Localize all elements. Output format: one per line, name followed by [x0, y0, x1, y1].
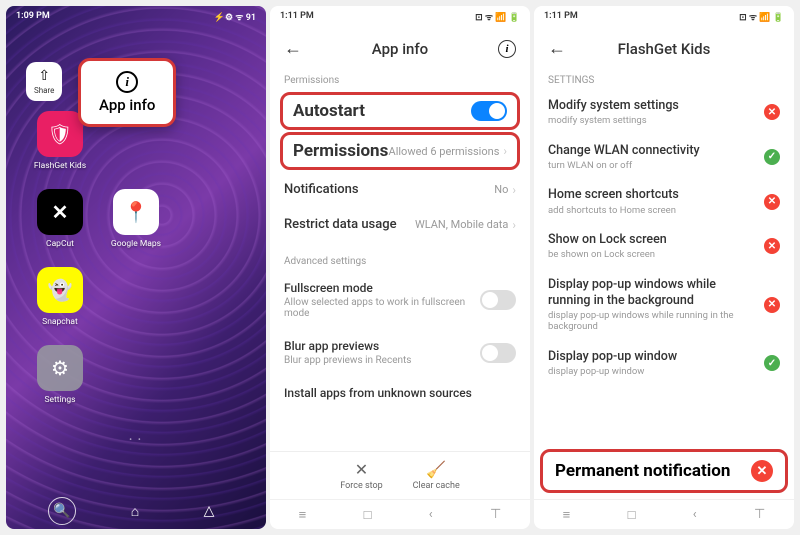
- close-icon: ✕: [355, 460, 368, 479]
- accessibility-button[interactable]: ⊤: [754, 507, 765, 522]
- force-stop-button[interactable]: ✕ Force stop: [340, 460, 382, 491]
- section-advanced: Advanced settings: [270, 252, 530, 271]
- app-settings[interactable]: ⚙ Settings: [26, 345, 94, 405]
- deny-icon: ✕: [764, 194, 780, 210]
- home-button[interactable]: □: [628, 507, 636, 523]
- app-capcut[interactable]: ✕ CapCut: [26, 189, 94, 249]
- deny-icon: ✕: [764, 297, 780, 313]
- status-icons-right: ⚡⚙ ᯤ 91: [214, 10, 256, 23]
- status-bar: 1:09 PM ⚡⚙ ᯤ 91: [6, 6, 266, 26]
- app-snapchat[interactable]: 👻 Snapchat: [26, 267, 94, 327]
- status-icons-right: ⊡ ᯤ 📶 🔋: [739, 10, 784, 23]
- info-icon: i: [116, 71, 138, 93]
- system-nav: ≡ □ ‹ ⊤: [534, 499, 794, 529]
- restrict-data-row[interactable]: Restrict data usage WLAN, Mobile data›: [270, 207, 530, 242]
- blur-toggle[interactable]: [480, 343, 516, 363]
- accessibility-button[interactable]: ⊤: [490, 507, 501, 522]
- back-button[interactable]: ←: [548, 38, 566, 59]
- permissions-header: ← FlashGet Kids: [534, 26, 794, 71]
- system-nav: ≡ □ ‹ ⊤: [270, 499, 530, 529]
- perm-modify-system[interactable]: Modify system settingsmodify system sett…: [534, 90, 794, 135]
- back-button[interactable]: ←: [284, 38, 302, 59]
- permissions-row[interactable]: Permissions Allowed 6 permissions›: [283, 135, 517, 167]
- permanent-notification-highlight[interactable]: Permanent notification ✕: [540, 449, 788, 493]
- status-time: 1:09 PM: [16, 11, 50, 21]
- share-label: Share: [34, 86, 54, 95]
- fullscreen-row[interactable]: Fullscreen mode Allow selected apps to w…: [270, 271, 530, 329]
- settings-icon: ⚙: [37, 345, 83, 391]
- home-content: ⇧ Share i App info 🛡 FlashGet Kids ✕ Cap…: [6, 26, 266, 493]
- recents-button[interactable]: △: [194, 496, 224, 526]
- back-button[interactable]: ‹: [693, 507, 697, 522]
- app-google-maps[interactable]: 📍 Google Maps: [102, 189, 170, 249]
- permissions-list: Modify system settingsmodify system sett…: [534, 90, 794, 499]
- phone-app-info: 1:11 PM ⊡ ᯤ 📶 🔋 ← App info i Permissions…: [270, 6, 530, 529]
- allow-icon: ✓: [764, 149, 780, 165]
- phone-permissions: 1:11 PM ⊡ ᯤ 📶 🔋 ← FlashGet Kids SETTINGS…: [534, 6, 794, 529]
- deny-icon: ✕: [751, 460, 773, 482]
- status-time: 1:11 PM: [544, 11, 578, 21]
- allow-icon: ✓: [764, 355, 780, 371]
- perm-wlan[interactable]: Change WLAN connectivityturn WLAN on or …: [534, 135, 794, 180]
- menu-button[interactable]: ≡: [299, 507, 307, 523]
- autostart-highlight: Autostart: [280, 92, 520, 130]
- permissions-highlight: Permissions Allowed 6 permissions›: [280, 132, 520, 170]
- deny-icon: ✕: [764, 104, 780, 120]
- section-settings: SETTINGS: [534, 71, 794, 90]
- perm-shortcuts[interactable]: Home screen shortcutsadd shortcuts to Ho…: [534, 179, 794, 224]
- install-unknown-row[interactable]: Install apps from unknown sources: [270, 376, 530, 410]
- search-button[interactable]: 🔍: [48, 497, 76, 525]
- notifications-row[interactable]: Notifications No›: [270, 172, 530, 207]
- app-info-header: ← App info i: [270, 26, 530, 71]
- autostart-row[interactable]: Autostart: [283, 95, 517, 127]
- menu-button[interactable]: ≡: [563, 507, 571, 523]
- home-button[interactable]: □: [364, 507, 372, 523]
- broom-icon: 🧹: [426, 460, 446, 479]
- app-grid: 🛡 FlashGet Kids ✕ CapCut 📍 Google Maps 👻…: [16, 111, 256, 405]
- status-icons-right: ⊡ ᯤ 📶 🔋: [475, 10, 520, 23]
- page-title: FlashGet Kids: [618, 40, 711, 58]
- settings-list: Permissions Autostart Permissions Allowe…: [270, 71, 530, 451]
- app-info-popup[interactable]: i App info: [78, 58, 176, 127]
- home-button[interactable]: ⌂: [120, 496, 150, 526]
- share-icon: ⇧: [38, 68, 50, 84]
- capcut-icon: ✕: [37, 189, 83, 235]
- back-button[interactable]: ‹: [429, 507, 433, 522]
- info-icon[interactable]: i: [498, 40, 516, 58]
- snapchat-icon: 👻: [37, 267, 83, 313]
- bottom-actions: ✕ Force stop 🧹 Clear cache: [270, 451, 530, 499]
- page-title: App info: [372, 40, 428, 58]
- status-bar: 1:11 PM ⊡ ᯤ 📶 🔋: [270, 6, 530, 26]
- section-permissions: Permissions: [270, 71, 530, 90]
- share-button[interactable]: ⇧ Share: [26, 62, 62, 101]
- autostart-toggle[interactable]: [471, 101, 507, 121]
- nav-bar: 🔍 ⌂ △: [6, 493, 266, 529]
- app-info-label: App info: [99, 96, 155, 114]
- perm-lockscreen[interactable]: Show on Lock screenbe shown on Lock scre…: [534, 224, 794, 269]
- deny-icon: ✕: [764, 238, 780, 254]
- phone-home-screen: 1:09 PM ⚡⚙ ᯤ 91 ⇧ Share i App info 🛡 Fla…: [6, 6, 266, 529]
- status-time: 1:11 PM: [280, 11, 314, 21]
- perm-popup[interactable]: Display pop-up windowdisplay pop-up wind…: [534, 341, 794, 386]
- blur-row[interactable]: Blur app previews Blur app previews in R…: [270, 329, 530, 376]
- flashget-icon: 🛡: [37, 111, 83, 157]
- fullscreen-toggle[interactable]: [480, 290, 516, 310]
- clear-cache-button[interactable]: 🧹 Clear cache: [413, 460, 460, 491]
- perm-popup-bg[interactable]: Display pop-up windows while running in …: [534, 269, 794, 341]
- maps-icon: 📍: [113, 189, 159, 235]
- status-bar: 1:11 PM ⊡ ᯤ 📶 🔋: [534, 6, 794, 26]
- page-dots: • •: [16, 435, 256, 444]
